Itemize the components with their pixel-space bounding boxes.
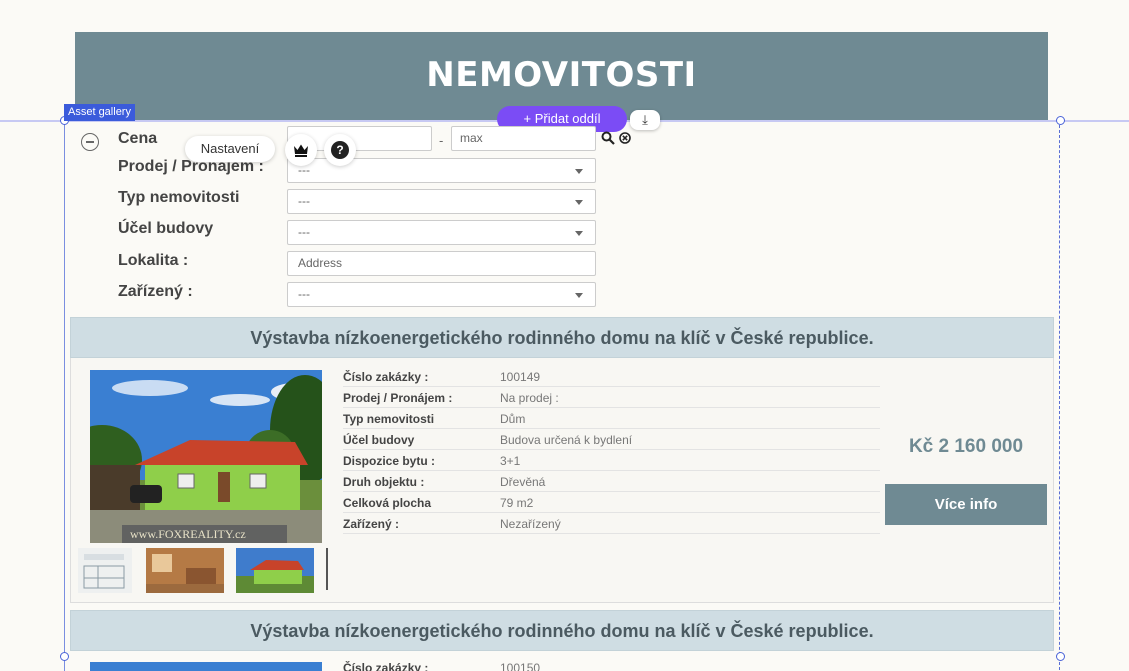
- resize-handle-mid-right[interactable]: [1056, 652, 1065, 661]
- thumbnail-strip-edge: [326, 548, 328, 590]
- furnished-label: Zařízený :: [118, 283, 193, 300]
- property-type-label: Typ nemovitosti: [118, 189, 240, 206]
- detail-row: Číslo zakázky : 100149: [343, 369, 880, 387]
- detail-row: Účel budovy Budova určená k bydlení: [343, 432, 880, 450]
- price-label: Cena: [118, 130, 158, 147]
- location-label: Lokalita :: [118, 252, 189, 269]
- price-max-input[interactable]: max: [451, 126, 596, 151]
- listing-price: Kč 2 160 000: [908, 436, 1024, 457]
- resize-handle-mid-left[interactable]: [60, 652, 69, 661]
- download-icon: ⤓: [642, 112, 648, 127]
- building-purpose-select[interactable]: ---: [287, 220, 596, 245]
- listing-thumbnail[interactable]: [146, 548, 224, 593]
- building-purpose-label: Účel budovy: [118, 220, 214, 237]
- chevron-down-icon: [575, 231, 583, 236]
- furnished-select[interactable]: ---: [287, 282, 596, 307]
- listing-title[interactable]: Výstavba nízkoenergetického rodinného do…: [70, 317, 1054, 358]
- chevron-down-icon: [575, 200, 583, 205]
- detail-row: Zařízený : Nezařízený: [343, 516, 880, 534]
- location-input[interactable]: Address: [287, 251, 596, 276]
- detail-row: Číslo zakázky : 100150: [343, 661, 541, 671]
- listing-main-photo[interactable]: [90, 662, 322, 671]
- floorplan-thumbnail: [78, 548, 132, 593]
- search-icon[interactable]: [601, 131, 615, 145]
- resize-handle-top-right[interactable]: [1056, 116, 1065, 125]
- chevron-down-icon: [575, 293, 583, 298]
- detail-row: Typ nemovitosti Dům: [343, 411, 880, 429]
- detail-row: Druh objektu : Dřevěná: [343, 474, 880, 492]
- crown-icon: [294, 144, 308, 157]
- house-thumbnail: [236, 548, 314, 593]
- asset-gallery-tag[interactable]: Asset gallery: [64, 104, 135, 121]
- listing-main-photo[interactable]: www.FOXREALITY.cz: [90, 370, 322, 543]
- detail-row: Dispozice bytu : 3+1: [343, 453, 880, 471]
- detail-row: Prodej / Pronájem : Na prodej :: [343, 390, 880, 408]
- clear-icon[interactable]: [619, 132, 631, 144]
- photo-watermark: www.FOXREALITY.cz: [130, 527, 246, 541]
- interior-thumbnail: [146, 548, 224, 593]
- collapse-icon[interactable]: [81, 133, 99, 151]
- help-button[interactable]: ?: [324, 134, 356, 166]
- house-photo: www.FOXREALITY.cz: [90, 370, 322, 543]
- download-button[interactable]: ⤓: [630, 110, 660, 130]
- property-type-select-value: ---: [298, 194, 310, 208]
- building-purpose-select-value: ---: [298, 225, 310, 239]
- settings-button[interactable]: Nastavení: [185, 136, 275, 162]
- premium-button[interactable]: [285, 134, 317, 166]
- listing-thumbnail[interactable]: [78, 548, 156, 593]
- listing-thumbnail[interactable]: [236, 548, 314, 593]
- property-type-select[interactable]: ---: [287, 189, 596, 214]
- chevron-down-icon: [575, 169, 583, 174]
- furnished-select-value: ---: [298, 287, 310, 301]
- price-range-dash: -: [439, 133, 444, 148]
- help-icon: ?: [331, 141, 349, 159]
- detail-row: Celková plocha 79 m2: [343, 495, 880, 513]
- more-info-button[interactable]: Více info: [885, 484, 1047, 525]
- listing-title[interactable]: Výstavba nízkoenergetického rodinného do…: [70, 610, 1054, 651]
